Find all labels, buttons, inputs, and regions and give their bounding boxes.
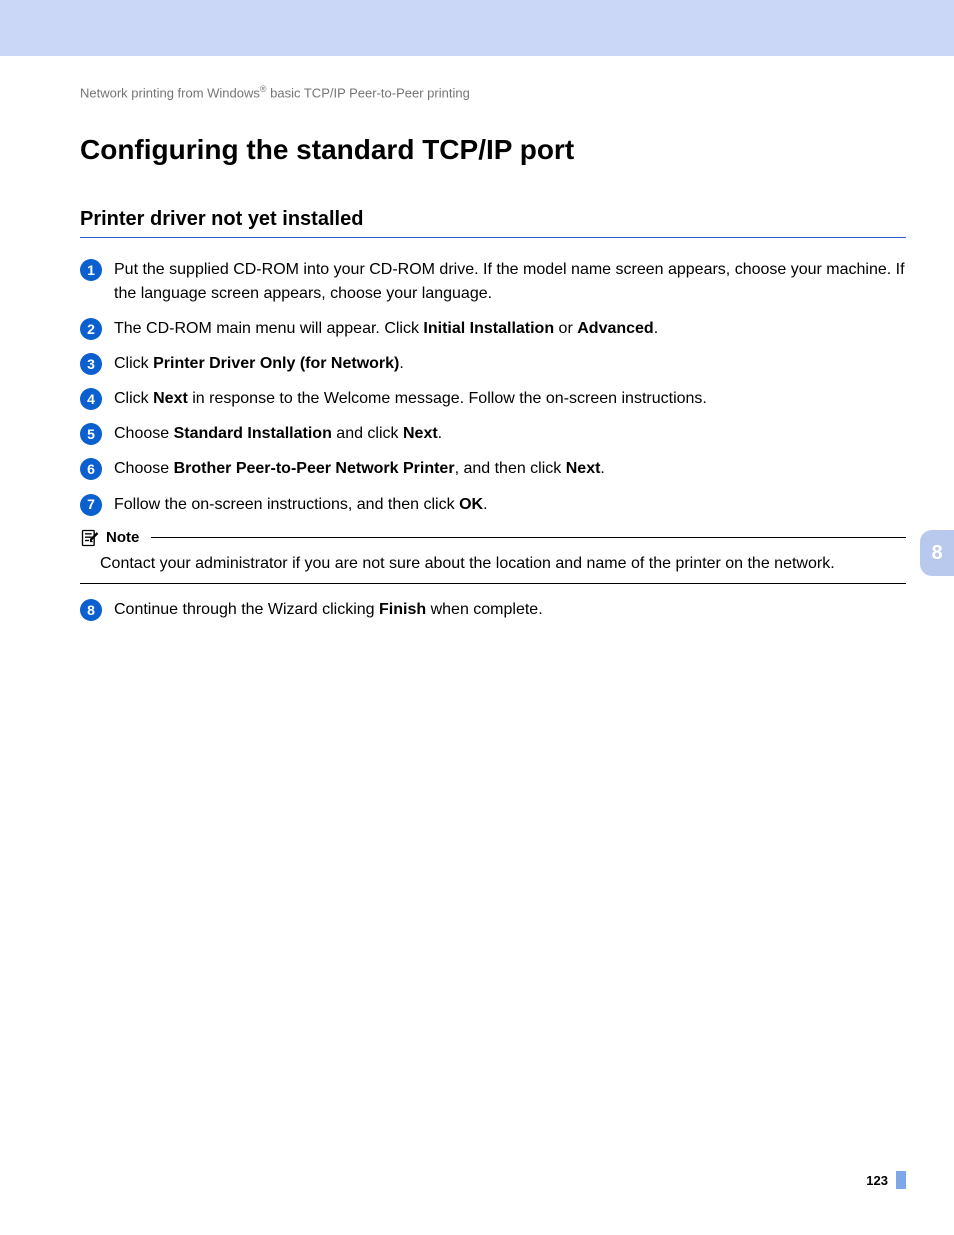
page-number-bar — [896, 1171, 906, 1189]
step-item: 6 Choose Brother Peer-to-Peer Network Pri… — [80, 457, 906, 480]
step-badge: 5 — [80, 423, 102, 445]
note-body: Contact your administrator if you are no… — [80, 548, 906, 584]
step-badge: 4 — [80, 388, 102, 410]
step-text: Continue through the Wizard clicking Fin… — [114, 598, 906, 621]
step-item: 1 Put the supplied CD-ROM into your CD-RO… — [80, 258, 906, 304]
note-header: Note — [80, 528, 906, 548]
breadcrumb-pre: Network printing from Windows — [80, 85, 260, 100]
note-label: Note — [106, 529, 139, 546]
step-text: Follow the on-screen instructions, and t… — [114, 493, 906, 516]
step-text: Click Next in response to the Welcome me… — [114, 387, 906, 410]
step-badge: 1 — [80, 259, 102, 281]
note-rule — [151, 537, 906, 538]
section-subtitle: Printer driver not yet installed — [80, 208, 906, 238]
step-text: Choose Standard Installation and click N… — [114, 422, 906, 445]
step-badge: 6 — [80, 458, 102, 480]
step-badge: 2 — [80, 318, 102, 340]
step-badge: 8 — [80, 599, 102, 621]
page-number-wrap: 123 — [866, 1171, 906, 1189]
chapter-tab: 8 — [920, 530, 954, 576]
step-item: 2 The CD-ROM main menu will appear. Click… — [80, 317, 906, 340]
step-item: 7 Follow the on-screen instructions, and … — [80, 493, 906, 516]
step-text: The CD-ROM main menu will appear. Click … — [114, 317, 906, 340]
step-item: 3 Click Printer Driver Only (for Network)… — [80, 352, 906, 375]
note-icon — [80, 528, 100, 548]
step-badge: 3 — [80, 353, 102, 375]
step-item: 4 Click Next in response to the Welcome m… — [80, 387, 906, 410]
top-band — [0, 0, 954, 56]
page-number: 123 — [866, 1173, 888, 1188]
step-item: 8 Continue through the Wizard clicking Fi… — [80, 598, 906, 621]
breadcrumb-sup: ® — [260, 84, 267, 94]
page-body: Network printing from Windows® basic TCP… — [0, 56, 954, 1235]
breadcrumb: Network printing from Windows® basic TCP… — [80, 84, 906, 100]
steps-list-after: 8 Continue through the Wizard clicking Fi… — [80, 598, 906, 621]
step-text: Choose Brother Peer-to-Peer Network Prin… — [114, 457, 906, 480]
breadcrumb-post: basic TCP/IP Peer-to-Peer printing — [267, 85, 470, 100]
step-text: Put the supplied CD-ROM into your CD-ROM… — [114, 258, 906, 304]
step-item: 5 Choose Standard Installation and click … — [80, 422, 906, 445]
step-text: Click Printer Driver Only (for Network). — [114, 352, 906, 375]
steps-list: 1 Put the supplied CD-ROM into your CD-RO… — [80, 258, 906, 516]
step-badge: 7 — [80, 494, 102, 516]
page-title: Configuring the standard TCP/IP port — [80, 134, 906, 166]
note-block: Note Contact your administrator if you a… — [80, 528, 906, 584]
